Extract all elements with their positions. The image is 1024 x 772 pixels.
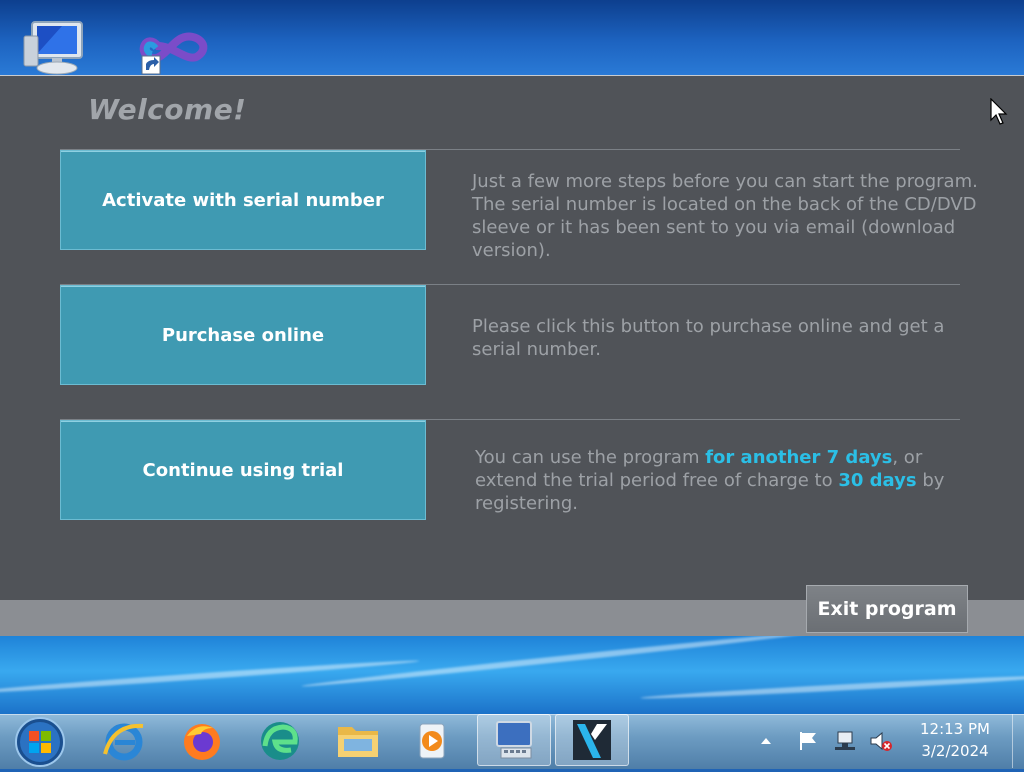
continue-trial-button[interactable]: Continue using trial	[60, 420, 426, 520]
activate-serial-button[interactable]: Activate with serial number	[60, 150, 426, 250]
activation-dialog: Welcome! Activate with serial number Jus…	[0, 75, 1024, 636]
file-explorer-icon[interactable]	[322, 718, 394, 764]
on-screen-keyboard-icon[interactable]	[477, 714, 551, 766]
dialog-top-divider	[0, 75, 1024, 76]
action-center-flag-icon[interactable]	[796, 714, 820, 768]
continue-trial-description: You can use the program for another 7 da…	[475, 446, 975, 515]
show-desktop-button[interactable]	[1012, 714, 1024, 768]
clock-date: 3/2/2024	[921, 742, 989, 760]
internet-explorer-icon[interactable]	[88, 718, 160, 764]
start-button[interactable]	[14, 716, 66, 768]
clock-time: 12:13 PM	[920, 720, 990, 738]
exit-program-button[interactable]: Exit program	[806, 585, 968, 633]
activate-serial-description: Just a few more steps before you can sta…	[472, 171, 978, 261]
mouse-cursor-icon	[990, 97, 1010, 126]
volume-muted-icon[interactable]	[868, 714, 894, 768]
taskbar-clock[interactable]: 12:13 PM 3/2/2024	[905, 718, 1005, 762]
show-hidden-icons-icon[interactable]	[758, 714, 774, 768]
computer-icon[interactable]	[22, 18, 86, 82]
network-icon[interactable]	[832, 714, 858, 768]
desktop-background-bottom	[0, 636, 1024, 714]
video-editor-icon[interactable]	[555, 714, 629, 766]
trial-text-part: You can use the program	[475, 447, 706, 468]
trial-extended-days: 30 days	[838, 470, 917, 491]
dialog-heading: Welcome!	[88, 93, 247, 126]
firefox-icon[interactable]	[166, 718, 238, 764]
trial-days-remaining: for another 7 days	[705, 447, 893, 468]
edge-icon[interactable]	[244, 718, 316, 764]
purchase-online-button[interactable]: Purchase online	[60, 285, 426, 385]
purchase-online-description: Please click this button to purchase onl…	[472, 316, 945, 360]
media-player-icon[interactable]	[396, 718, 468, 764]
